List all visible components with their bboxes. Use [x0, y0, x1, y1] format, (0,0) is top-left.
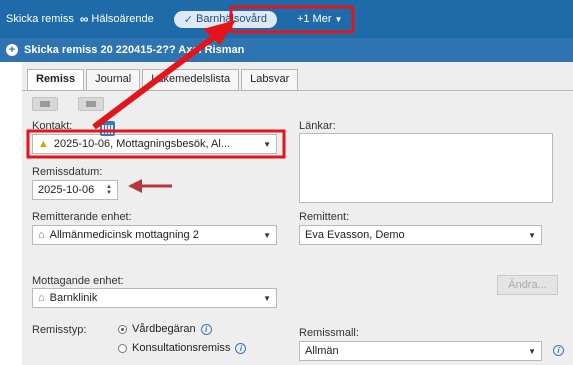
tab-journal[interactable]: Journal	[86, 69, 141, 91]
calendar-icon[interactable]	[100, 121, 115, 136]
referral-type-label: Remisstyp:	[32, 324, 87, 336]
radio-selected-icon	[118, 324, 127, 334]
radio-konsultationsremiss[interactable]: Konsultationsremiss i	[118, 342, 247, 354]
tab-divider	[22, 90, 573, 91]
template-value: Allmän	[305, 345, 339, 357]
template-select[interactable]: Allmän ▼	[299, 341, 542, 361]
referral-panel: Remiss Journal Läkemedelslista Labsvar K…	[22, 62, 573, 365]
chevron-down-icon: ▼	[528, 346, 536, 356]
info-icon[interactable]: i	[200, 323, 212, 335]
radio-vardbegaran[interactable]: Vårdbegäran i	[118, 323, 212, 335]
info-icon[interactable]: i	[235, 342, 247, 354]
referrer-select[interactable]: Eva Evasson, Demo ▼	[299, 225, 542, 245]
tab-remiss[interactable]: Remiss	[27, 69, 85, 91]
tab-bar: Remiss Journal Läkemedelslista Labsvar	[27, 69, 300, 91]
tab-lakemedelslista[interactable]: Läkemedelslista	[142, 69, 240, 91]
change-button[interactable]: Ändra...	[497, 275, 558, 295]
house-icon: ⌂	[38, 229, 45, 241]
plus-circle-icon[interactable]: +	[6, 44, 18, 56]
template-label: Remissmall:	[299, 327, 359, 339]
referring-unit-value: Allmänmedicinsk mottagning 2	[49, 229, 199, 241]
receiving-unit-value: Barnklinik	[49, 292, 98, 304]
info-icon[interactable]: i	[553, 345, 564, 356]
receiving-unit-select[interactable]: ⌂ Barnklinik ▼	[32, 288, 277, 308]
contact-select[interactable]: ▲ 2025-10-06, Mottagningsbesök, Al... ▼	[32, 134, 277, 154]
chevron-down-icon: ▼	[263, 293, 271, 303]
check-icon: ✓	[183, 13, 193, 26]
referral-date-input[interactable]: 2025-10-06 ▲ ▼	[32, 180, 118, 200]
top-bar: Skicka remiss ∞ Hälsoärende ✓ Barnhälsov…	[0, 0, 573, 38]
flag-icon	[40, 101, 50, 107]
links-box[interactable]	[299, 133, 553, 203]
link-icon: ∞	[79, 12, 89, 26]
receiving-unit-label: Mottagande enhet:	[32, 275, 124, 287]
referral-date-label: Remissdatum:	[32, 166, 103, 178]
flag-button[interactable]	[32, 97, 58, 111]
comment-button[interactable]	[78, 97, 104, 111]
type-option-2: Konsultationsremiss	[132, 342, 231, 354]
contact-label: Kontakt:	[32, 120, 73, 132]
active-health-issue-pill[interactable]: ✓ Barnhälsovård	[173, 10, 277, 28]
stepper-icon[interactable]: ▲ ▼	[106, 184, 112, 196]
links-label: Länkar:	[299, 120, 336, 132]
house-icon: ⌂	[38, 292, 45, 304]
more-menu[interactable]: +1 Mer ▼	[297, 13, 343, 25]
caret-down-icon: ▼	[334, 15, 343, 24]
window-header: + Skicka remiss 20 220415-2?? Axel Risma…	[0, 38, 573, 62]
health-issue-link[interactable]: Hälsoärende	[91, 13, 153, 25]
comment-icon	[86, 101, 96, 107]
referrer-value: Eva Evasson, Demo	[305, 229, 405, 241]
warning-icon: ▲	[38, 138, 49, 150]
radio-unselected-icon	[118, 343, 127, 353]
chevron-down-icon: ▼	[263, 139, 271, 149]
more-label: +1 Mer	[296, 13, 332, 25]
referral-date-value: 2025-10-06	[38, 184, 95, 196]
tab-labsvar[interactable]: Labsvar	[241, 69, 299, 91]
referrer-label: Remittent:	[299, 211, 350, 223]
referring-unit-select[interactable]: ⌂ Allmänmedicinsk mottagning 2 ▼	[32, 225, 277, 245]
referring-unit-label: Remitterande enhet:	[32, 211, 132, 223]
send-referral-link[interactable]: Skicka remiss	[6, 13, 74, 25]
window-title: Skicka remiss 20 220415-2?? Axel Risman	[24, 44, 245, 56]
active-pill-label: Barnhälsovård	[196, 13, 267, 25]
chevron-down-icon: ▼	[528, 230, 536, 240]
type-option-1: Vårdbegäran	[132, 323, 196, 335]
contact-value: 2025-10-06, Mottagningsbesök, Al...	[53, 138, 231, 150]
chevron-down-icon: ▼	[263, 230, 271, 240]
